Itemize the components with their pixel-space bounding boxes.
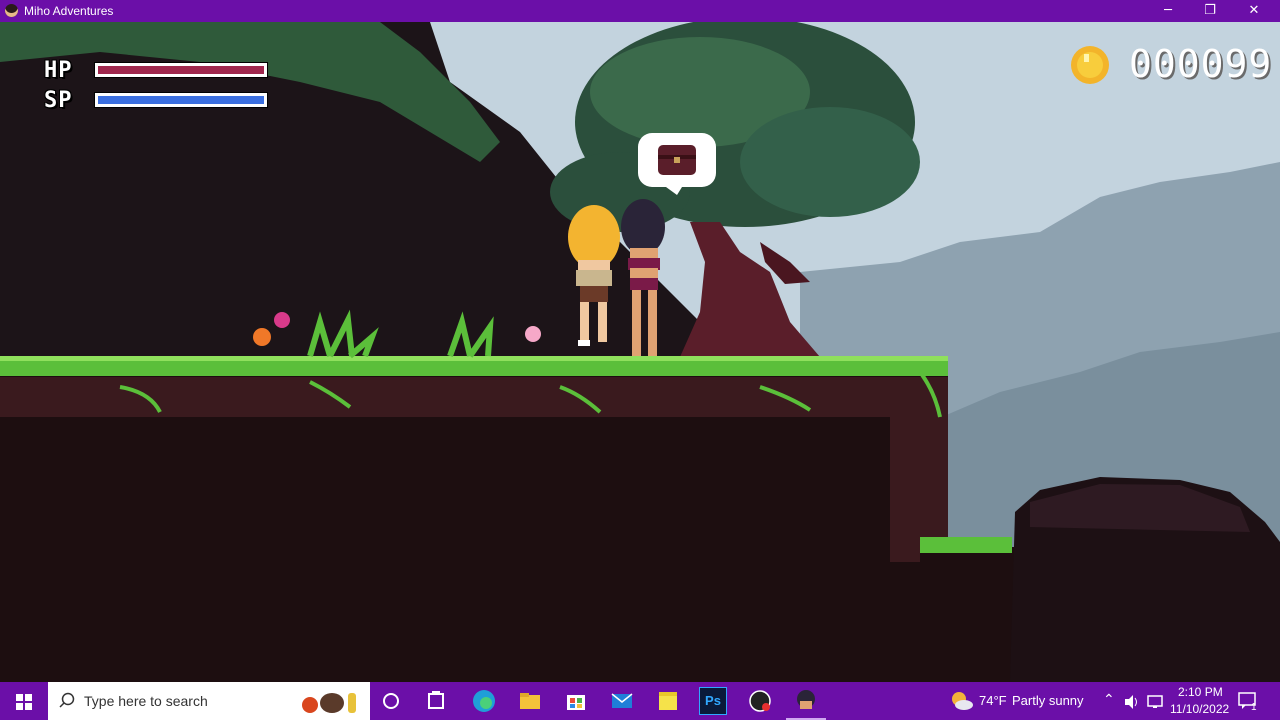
taskbar-search-box[interactable]: Type here to search: [48, 682, 370, 720]
sp-bar-fill: [98, 96, 264, 104]
lower-ledge: [920, 547, 1020, 682]
search-placeholder: Type here to search: [84, 693, 208, 709]
mail-icon[interactable]: [607, 686, 637, 716]
clock-date[interactable]: 11/10/2022: [1170, 702, 1229, 716]
photoshop-icon[interactable]: Ps: [699, 687, 727, 715]
sticky-notes-icon[interactable]: [653, 686, 683, 716]
magenta-flower: [274, 312, 290, 328]
window-title: Miho Adventures: [24, 4, 114, 18]
gold-coin-icon: [1071, 46, 1109, 84]
edge-icon[interactable]: [469, 686, 499, 716]
chevron-up-icon[interactable]: ⌃: [1103, 691, 1115, 708]
task-view-icon[interactable]: [421, 686, 451, 716]
cortana-icon[interactable]: [376, 686, 406, 716]
obs-icon[interactable]: [745, 686, 775, 716]
pink-flower: [525, 326, 541, 342]
miho-adventures-icon[interactable]: [791, 686, 821, 716]
coin-counter: 000099: [1129, 42, 1273, 86]
minimize-button[interactable]: ─: [1146, 0, 1190, 22]
notification-count: 1: [1251, 702, 1257, 713]
treasure-chest-icon[interactable]: [636, 131, 718, 195]
windows-start-icon[interactable]: [0, 682, 48, 720]
hp-bar: [94, 62, 268, 78]
sp-bar: [94, 92, 268, 108]
hp-bar-fill: [98, 66, 264, 74]
search-icon: [59, 692, 75, 708]
restore-button[interactable]: ❐: [1188, 0, 1232, 22]
clock-time[interactable]: 2:10 PM: [1178, 685, 1223, 699]
volume-icon[interactable]: [1123, 694, 1141, 710]
weather-condition[interactable]: Partly sunny: [1012, 693, 1084, 708]
app-icon: [5, 4, 18, 17]
game-viewport[interactable]: HP SP 000099: [0, 22, 1280, 682]
search-highlight-icon: [302, 693, 356, 713]
orange-flower: [253, 328, 271, 346]
hp-label: HP: [44, 58, 73, 83]
weather-icon[interactable]: [948, 688, 974, 714]
game-scene: [0, 22, 1280, 682]
taskbar: Type here to search Ps 74°F Partly sunny…: [0, 682, 1280, 720]
file-explorer-icon[interactable]: [515, 686, 545, 716]
window-title-bar[interactable]: Miho Adventures ─ ❐ ✕: [0, 0, 1280, 22]
close-button[interactable]: ✕: [1232, 0, 1276, 22]
weather-temp[interactable]: 74°F: [979, 693, 1007, 708]
sp-label: SP: [44, 88, 73, 113]
network-icon[interactable]: [1146, 694, 1164, 710]
store-icon[interactable]: [561, 686, 591, 716]
